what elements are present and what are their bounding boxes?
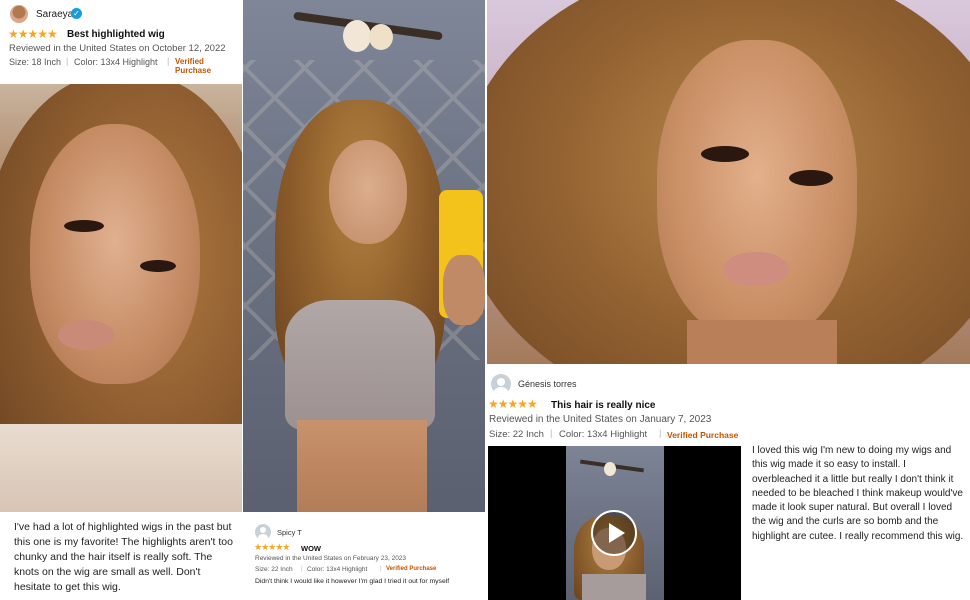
review-meta: Reviewed in the United States on January… [489, 414, 712, 425]
verified-badge-icon: ✓ [71, 8, 82, 19]
review1-header: Saraeya ✓ ★★★★★ Best highlighted wig Rev… [0, 0, 242, 84]
play-button[interactable] [591, 510, 637, 556]
review-title[interactable]: This hair is really nice [551, 400, 656, 411]
verified-purchase-label: Verified Purchase [667, 430, 739, 440]
review-color: Color: 13x4 Highlight [307, 566, 368, 573]
separator: | [550, 428, 553, 439]
review-size: Size: 22 Inch [489, 429, 544, 440]
reviewer-avatar[interactable] [10, 5, 28, 23]
eye-shape [701, 146, 749, 162]
review1-body: I've had a lot of highlighted wigs in th… [14, 521, 233, 593]
lips-shape [58, 320, 114, 350]
eye-shape [64, 220, 104, 232]
review-color: Color: 13x4 Highlight [74, 57, 158, 67]
review3-header: Génesis torres ★★★★★ This hair is really… [487, 366, 970, 444]
play-icon [609, 523, 625, 543]
review1-photo[interactable] [0, 84, 242, 512]
ceiling-fan-icon [293, 10, 443, 52]
star-rating: ★★★★★ [254, 542, 290, 552]
separator: | [659, 428, 662, 439]
separator: | [66, 56, 69, 66]
reviewer-name[interactable]: Spicy T [277, 528, 302, 537]
reviewer-avatar[interactable] [491, 374, 511, 394]
review-title[interactable]: Best highlighted wig [67, 29, 165, 40]
review3-photo[interactable] [487, 0, 970, 364]
face-shape [329, 140, 407, 244]
neck-shape [687, 320, 837, 364]
separator: | [301, 565, 303, 572]
torso-shape [297, 420, 427, 512]
review3-video[interactable] [488, 446, 741, 600]
review-body: Didn't think I would like it however I'm… [255, 578, 450, 585]
review2-photo[interactable] [243, 0, 485, 512]
hand-shape [443, 255, 485, 325]
separator: | [167, 56, 170, 66]
top-shape [285, 300, 435, 430]
review-size: Size: 22 Inch [255, 566, 293, 573]
shirt-shape [0, 424, 242, 512]
review-meta: Reviewed in the United States on Februar… [255, 555, 407, 562]
verified-purchase-label: Verified Purchase [386, 566, 437, 572]
review3-body: I loved this wig I'm new to doing my wig… [752, 445, 964, 542]
review-size: Size: 18 Inch [9, 57, 62, 67]
reviewer-name[interactable]: Génesis torres [518, 379, 577, 389]
face-shape [30, 124, 200, 384]
eye-shape [789, 170, 833, 186]
eye-shape [140, 260, 176, 272]
review-title[interactable]: WOW [301, 544, 321, 553]
verified-purchase-label: Verified Purchase [175, 57, 212, 75]
separator: | [380, 565, 382, 572]
lips-shape [723, 252, 789, 286]
reviewer-name[interactable]: Saraeya [36, 9, 73, 20]
review2-card: Spicy T ★★★★★ WOW Reviewed in the United… [243, 512, 485, 600]
face-shape [657, 40, 857, 340]
reviewer-avatar[interactable] [255, 524, 271, 540]
review-meta: Reviewed in the United States on October… [9, 43, 226, 54]
review-color: Color: 13x4 Highlight [559, 429, 648, 440]
star-rating: ★★★★★ [8, 27, 58, 41]
star-rating: ★★★★★ [488, 397, 538, 411]
